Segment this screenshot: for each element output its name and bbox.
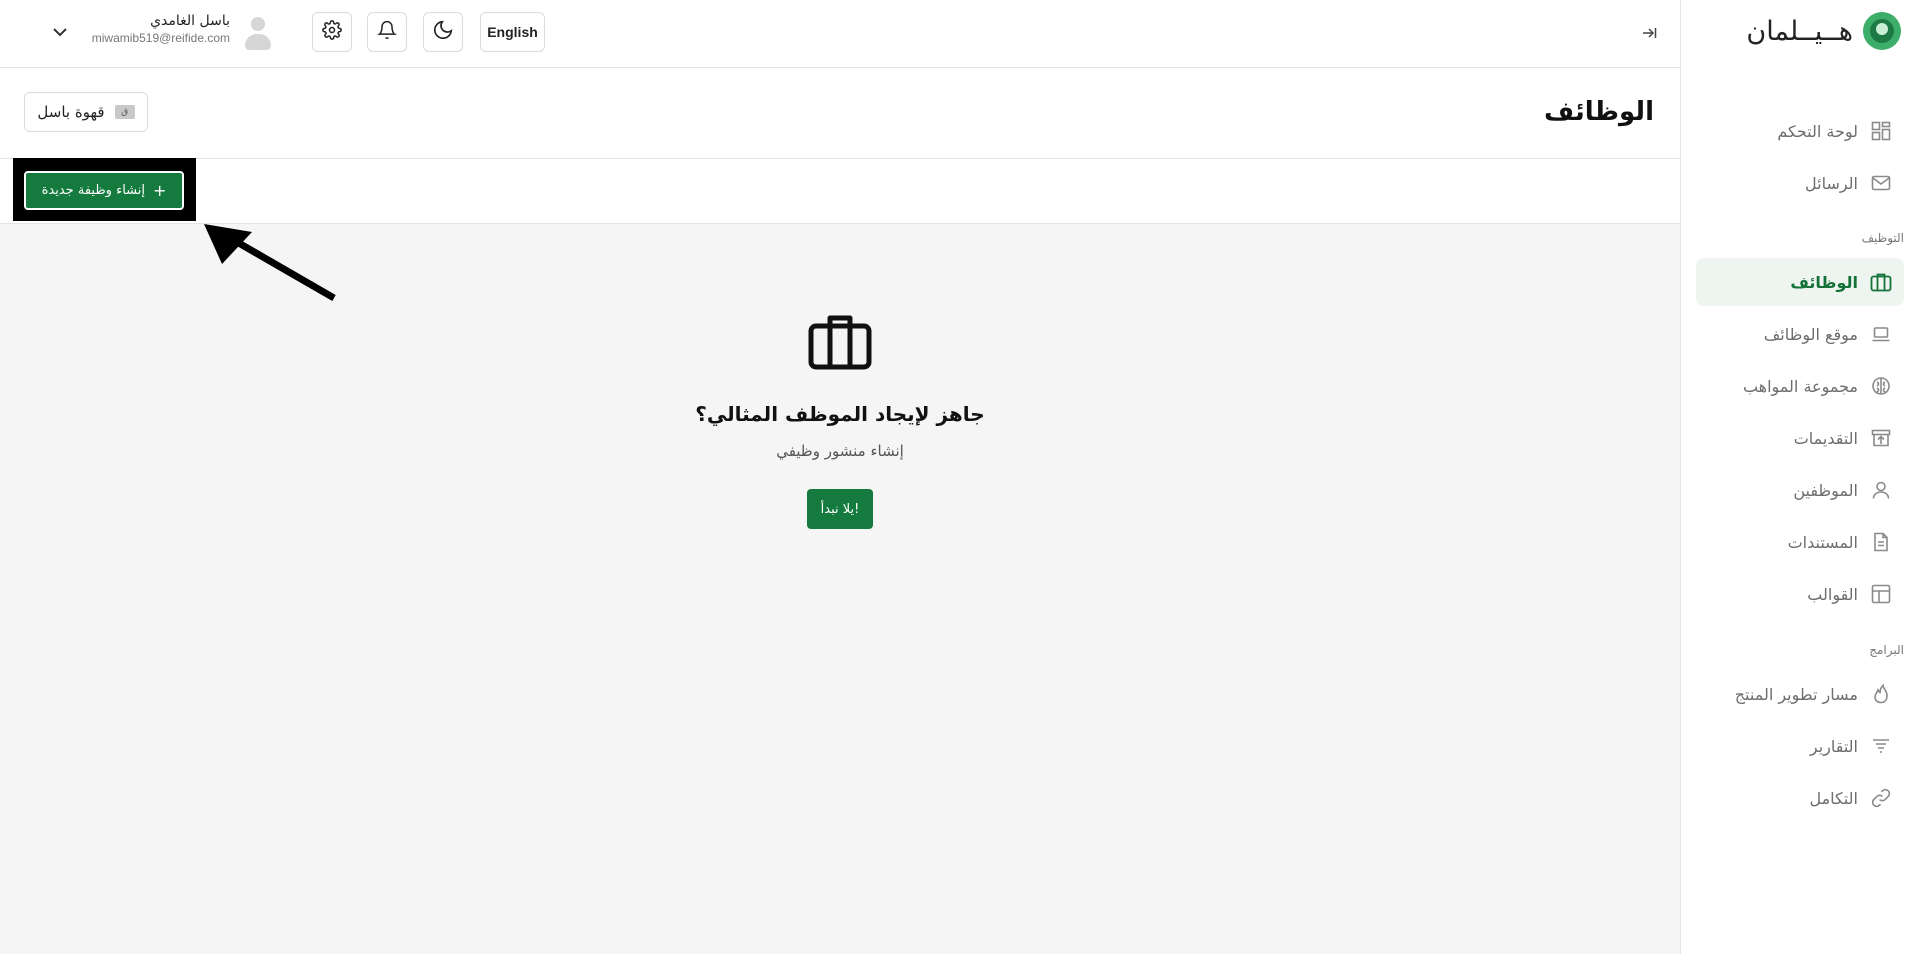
top-bar: باسل الغامدي miwamib519@reifide.com Engl…	[0, 0, 1680, 68]
sidebar-item-employees[interactable]: الموظفين	[1696, 466, 1904, 514]
empty-state: جاهز لإيجاد الموظف المثالي؟ إنشاء منشور …	[0, 224, 1680, 954]
collapse-sidebar-icon[interactable]	[1638, 22, 1660, 44]
user-menu-chevron-down-icon[interactable]	[48, 20, 72, 44]
sidebar-item-dashboard[interactable]: لوحة التحكم	[1696, 107, 1904, 155]
layout-template-icon	[1870, 583, 1892, 605]
sidebar: هــيــلمان لوحة التحكم الرسائل التوظيف ا…	[1680, 0, 1920, 954]
empty-state-subtitle: إنشاء منشور وظيفي	[776, 442, 904, 460]
annotation-arrow-icon	[204, 224, 336, 302]
page-header: الوظائف ق قهوة باسل	[0, 69, 1680, 159]
filter-lines-icon	[1870, 735, 1892, 757]
brain-icon	[1870, 375, 1892, 397]
sidebar-item-jobs[interactable]: الوظائف	[1696, 258, 1904, 306]
user-info[interactable]: باسل الغامدي miwamib519@reifide.com	[88, 12, 230, 46]
sidebar-item-label: القوالب	[1807, 584, 1858, 604]
sidebar-section-programs: البرامج	[1869, 643, 1904, 657]
sidebar-section-hiring: التوظيف	[1861, 231, 1904, 245]
sidebar-item-label: لوحة التحكم	[1777, 121, 1858, 141]
sidebar-item-label: موقع الوظائف	[1763, 324, 1858, 344]
sidebar-item-product-roadmap[interactable]: مسار تطوير المنتج	[1696, 670, 1904, 718]
sidebar-item-talent-pool[interactable]: مجموعة المواهب	[1696, 362, 1904, 410]
gear-icon	[322, 20, 342, 44]
settings-button[interactable]	[312, 12, 352, 52]
theme-toggle-button[interactable]	[423, 12, 463, 52]
sidebar-item-label: مجموعة المواهب	[1742, 376, 1858, 396]
language-button[interactable]: English	[480, 12, 545, 52]
company-logo: ق	[114, 105, 135, 119]
sidebar-item-label: مسار تطوير المنتج	[1734, 684, 1858, 704]
flame-icon	[1870, 683, 1892, 705]
sidebar-item-label: الوظائف	[1790, 272, 1858, 292]
company-switcher-button[interactable]: ق قهوة باسل	[24, 92, 148, 132]
link-icon	[1870, 787, 1892, 809]
bell-icon	[377, 20, 397, 44]
empty-state-title: جاهز لإيجاد الموظف المثالي؟	[695, 402, 985, 426]
sidebar-item-documents[interactable]: المستندات	[1696, 518, 1904, 566]
moon-icon	[432, 19, 454, 45]
sidebar-item-label: الموظفين	[1793, 480, 1858, 500]
sidebar-item-label: الرسائل	[1805, 173, 1858, 193]
sidebar-item-reports[interactable]: التقارير	[1696, 722, 1904, 770]
briefcase-icon	[1870, 271, 1892, 293]
brand-logo-icon	[1863, 12, 1901, 50]
get-started-button[interactable]: يلا نبدأ!	[807, 489, 873, 529]
notifications-button[interactable]	[367, 12, 407, 52]
create-job-button[interactable]: + إنشاء وظيفة جديدة	[24, 171, 184, 210]
sidebar-item-templates[interactable]: القوالب	[1696, 570, 1904, 618]
brand[interactable]: هــيــلمان	[1746, 12, 1901, 50]
dashboard-grid-icon	[1870, 120, 1892, 142]
sidebar-item-applications[interactable]: التقديمات	[1696, 414, 1904, 462]
sidebar-item-label: المستندات	[1787, 532, 1858, 552]
sidebar-item-label: التقارير	[1809, 736, 1858, 756]
briefcase-icon	[808, 314, 872, 370]
laptop-icon	[1870, 323, 1892, 345]
mail-icon	[1870, 172, 1892, 194]
person-icon	[1870, 479, 1892, 501]
sidebar-item-label: التقديمات	[1793, 428, 1858, 448]
company-name: قهوة باسل	[37, 103, 105, 121]
brand-name: هــيــلمان	[1746, 15, 1853, 47]
user-email: miwamib519@reifide.com	[91, 31, 230, 45]
plus-icon: +	[152, 180, 167, 200]
user-name: باسل الغامدي	[150, 13, 230, 29]
inbox-upload-icon	[1870, 427, 1892, 449]
avatar[interactable]	[244, 16, 272, 52]
sidebar-item-label: التكامل	[1809, 788, 1858, 808]
sidebar-item-careers-site[interactable]: موقع الوظائف	[1696, 310, 1904, 358]
sidebar-item-integrations[interactable]: التكامل	[1696, 774, 1904, 822]
document-icon	[1870, 531, 1892, 553]
create-job-label: إنشاء وظيفة جديدة	[41, 183, 145, 198]
jobs-toolbar	[0, 160, 1680, 224]
sidebar-item-messages[interactable]: الرسائل	[1696, 159, 1904, 207]
page-title: الوظائف	[1544, 97, 1654, 127]
